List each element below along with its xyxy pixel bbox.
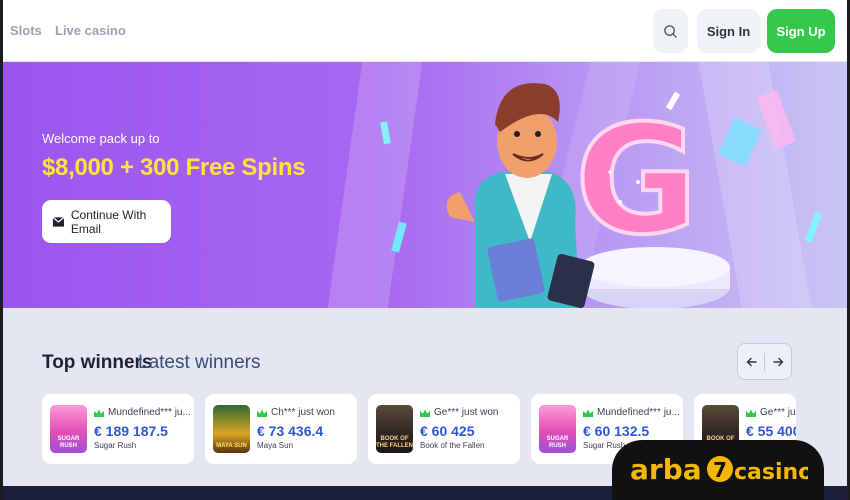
- arba-casino-logo: arba 7 casino: [612, 440, 824, 500]
- crown-icon: [583, 409, 593, 417]
- cta-label: Continue With Email: [70, 207, 147, 236]
- winner-amount: € 55 400: [746, 423, 796, 439]
- search-button[interactable]: [653, 9, 688, 53]
- winner-game-name: Sugar Rush: [94, 441, 137, 450]
- winner-card[interactable]: BOOK OF THE FALLEN Ge*** just won € 60 42…: [368, 394, 520, 464]
- winner-user-row: Ge*** just won: [420, 407, 498, 418]
- winner-amount: € 189 187.5: [94, 423, 168, 439]
- winner-game-name: Sugar Rush: [583, 441, 626, 450]
- crown-icon: [746, 409, 756, 417]
- winner-user-row: Mundefined*** ju...: [94, 407, 191, 418]
- winner-amount: € 60 132.5: [583, 423, 650, 439]
- crown-icon: [257, 409, 267, 417]
- winner-username: Mundefined*** ju...: [108, 407, 191, 418]
- sign-in-button[interactable]: Sign In: [697, 9, 760, 53]
- winner-username: Ge*** ju: [760, 407, 796, 418]
- search-icon: [664, 24, 677, 38]
- winner-username: Ge*** just won: [434, 407, 499, 418]
- continue-with-email-button[interactable]: Continue With Email: [42, 200, 171, 243]
- arrow-left-icon: [746, 357, 757, 366]
- winner-username: Ch*** just won: [271, 407, 335, 418]
- winner-amount: € 60 425: [420, 423, 475, 439]
- winner-user-row: Ge*** ju: [746, 407, 796, 418]
- carousel-next-button[interactable]: [765, 344, 791, 379]
- winner-username: Mundefined*** ju...: [597, 407, 680, 418]
- email-icon: [52, 216, 65, 227]
- welcome-text: Welcome pack up to: [42, 131, 160, 146]
- nav-live-casino-link[interactable]: Live casino: [55, 23, 126, 38]
- winner-user-row: Ch*** just won: [257, 407, 335, 418]
- top-navigation-bar: Slots Live casino Sign In Sign Up: [0, 0, 850, 62]
- promo-headline: $8,000 + 300 Free Spins: [42, 154, 306, 181]
- nav-slots-link[interactable]: Slots: [10, 23, 42, 38]
- game-thumbnail-sugar-rush: SUGAR RUSH: [539, 405, 576, 453]
- tab-top-winners[interactable]: Top winners: [42, 352, 152, 374]
- carousel-arrows: [737, 343, 792, 380]
- mascot-illustration: G: [380, 83, 822, 308]
- game-thumbnail-book-of-the-fallen: BOOK OFTHE FALLEN: [376, 405, 413, 453]
- logo-text-arba: arba: [630, 453, 702, 486]
- crown-icon: [420, 409, 430, 417]
- sign-up-button[interactable]: Sign Up: [767, 9, 835, 53]
- arrow-right-icon: [772, 357, 783, 366]
- winner-user-row: Mundefined*** ju...: [583, 407, 680, 418]
- carousel-prev-button[interactable]: [738, 344, 764, 379]
- game-thumbnail-maya-sun: MAYA SUN: [213, 405, 250, 453]
- winner-amount: € 73 436.4: [257, 423, 324, 439]
- crown-icon: [94, 409, 104, 417]
- arba-casino-logo-mark: arba 7 casino: [630, 453, 808, 486]
- winner-card[interactable]: SUGAR RUSH Mundefined*** ju... € 189 187.…: [42, 394, 194, 464]
- game-thumbnail-sugar-rush: SUGAR RUSH: [50, 405, 87, 453]
- svg-text:7: 7: [713, 458, 727, 482]
- winner-card[interactable]: MAYA SUN Ch*** just won € 73 436.4 Maya …: [205, 394, 357, 464]
- promo-banner: G Welcome pack up to $8,000 + 300 Free S…: [0, 62, 850, 308]
- logo-text-casino: casino: [734, 460, 808, 485]
- winner-game-name: Maya Sun: [257, 441, 294, 450]
- winner-game-name: Book of the Fallen: [420, 441, 485, 450]
- tab-latest-winners[interactable]: Latest winners: [138, 352, 261, 374]
